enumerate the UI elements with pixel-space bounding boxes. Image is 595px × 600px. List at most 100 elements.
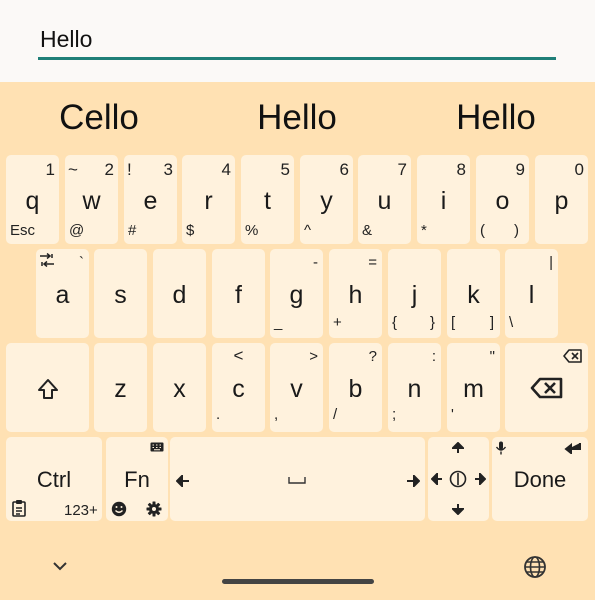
system-nav-bar (0, 530, 595, 600)
key-label: v (290, 375, 303, 403)
emoji-icon (111, 501, 127, 517)
key-number-hint: 7 (397, 160, 407, 179)
shift-key[interactable] (6, 343, 89, 432)
key-label: a (55, 281, 70, 309)
key-symbol-hint: ? (368, 348, 377, 365)
key-x[interactable]: x (153, 343, 206, 432)
key-label: n (407, 375, 422, 403)
key-j[interactable]: j {} (388, 249, 441, 338)
key-o[interactable]: o 9 () (476, 155, 529, 244)
key-s[interactable]: s (94, 249, 147, 338)
space-key[interactable] (170, 437, 425, 521)
key-symbol-hint: * (421, 222, 427, 239)
key-symbol-hint: " (489, 348, 495, 365)
keyboard-icon (150, 442, 164, 452)
key-n[interactable]: n:; (388, 343, 441, 432)
input-bar: Hello (0, 0, 595, 82)
space-icon (288, 477, 306, 484)
suggestion-2[interactable]: Hello (198, 98, 396, 138)
key-symbol-hint: & (362, 222, 373, 239)
key-label: o (495, 187, 510, 215)
key-label: p (554, 187, 569, 215)
key-symbol-hint: | (549, 254, 553, 271)
key-symbol-hint: _ (274, 314, 283, 331)
key-symbol-hint: ] (489, 314, 494, 331)
key-symbol-hint: : (431, 348, 436, 365)
key-label: j (411, 281, 418, 309)
key-l[interactable]: l | \ (505, 249, 558, 338)
key-b[interactable]: b? / (329, 343, 382, 432)
hide-keyboard-chevron-icon[interactable] (49, 558, 71, 574)
backspace-small-icon (563, 349, 582, 363)
key-symbol-hint: ' (451, 406, 454, 423)
gesture-handle[interactable] (222, 579, 374, 584)
key-symbol-hint: ; (392, 406, 397, 423)
key-h[interactable]: h = + (329, 249, 382, 338)
microphone-icon (495, 441, 507, 455)
key-symbol-hint: # (128, 222, 137, 239)
key-p[interactable]: p0 (535, 155, 588, 244)
key-v[interactable]: v >, (270, 343, 323, 432)
done-label: Done (513, 467, 567, 492)
suggestion-strip: Cello Hello Hello (0, 82, 595, 152)
key-symbol-hint: % (245, 222, 259, 239)
key-symbol-hint: > (309, 348, 318, 365)
key-t[interactable]: t 5% (241, 155, 294, 244)
shift-icon (38, 379, 58, 399)
key-symbol-hint: . (216, 406, 221, 423)
key-symbol-hint: + (333, 314, 342, 331)
key-label: m (463, 375, 484, 403)
key-f[interactable]: f (212, 249, 265, 338)
key-symbol-hint: < (233, 346, 244, 365)
key-symbol-hint: ( (480, 222, 485, 239)
suggestion-1[interactable]: Cello (0, 98, 198, 138)
key-i[interactable]: i 8 * (417, 155, 470, 244)
arrow-up-icon (452, 442, 464, 453)
key-c[interactable]: c <. (212, 343, 265, 432)
key-w[interactable]: w 2 ~ @ (65, 155, 118, 244)
key-number-hint: 5 (280, 160, 290, 179)
key-symbol-hint: - (313, 254, 318, 271)
key-symbol-hint: ^ (304, 222, 312, 239)
key-label: k (467, 281, 480, 309)
fn-key[interactable]: Fn (106, 437, 168, 521)
key-d[interactable]: d (153, 249, 206, 338)
key-y[interactable]: y 6 ^ (300, 155, 353, 244)
key-symbol-hint: , (274, 406, 279, 423)
key-e[interactable]: e 3! # (124, 155, 177, 244)
key-number-hint: 1 (45, 160, 55, 179)
key-label: q (25, 187, 40, 215)
key-k[interactable]: k [] (447, 249, 500, 338)
done-key[interactable]: Done (492, 437, 588, 521)
key-number-hint: 6 (339, 160, 349, 179)
key-label: y (320, 187, 333, 215)
clipboard-icon (12, 500, 26, 517)
key-label: e (143, 187, 158, 215)
text-input[interactable]: Hello (38, 20, 556, 60)
key-symbol-hint: [ (451, 314, 456, 331)
key-symbol-hint: \ (509, 314, 514, 331)
key-q[interactable]: q 1 Esc (6, 155, 59, 244)
key-symbol-hint: $ (186, 222, 195, 239)
key-u[interactable]: u 7 & (358, 155, 411, 244)
cursor-center-icon (449, 470, 467, 488)
backspace-key[interactable] (505, 343, 588, 432)
globe-icon[interactable] (523, 555, 547, 579)
key-m[interactable]: m " ' (447, 343, 500, 432)
key-z[interactable]: z (94, 343, 147, 432)
text-input-value: Hello (40, 26, 93, 52)
suggestion-3[interactable]: Hello (397, 98, 595, 138)
key-symbol-hint: } (429, 314, 435, 331)
tab-icon (40, 253, 54, 267)
cursor-nav-key[interactable] (428, 437, 489, 521)
key-g[interactable]: g - _ (270, 249, 323, 338)
ctrl-key[interactable]: Ctrl 123+ (6, 437, 102, 521)
key-symbol-hint: ! (127, 160, 132, 179)
key-a[interactable]: a ` (36, 249, 89, 338)
settings-gear-icon (146, 501, 162, 517)
key-r[interactable]: r 4 $ (182, 155, 235, 244)
backspace-icon (530, 377, 563, 399)
key-label: l (528, 281, 535, 309)
key-symbol-hint: { (392, 314, 398, 331)
key-number-hint: 4 (221, 160, 231, 179)
